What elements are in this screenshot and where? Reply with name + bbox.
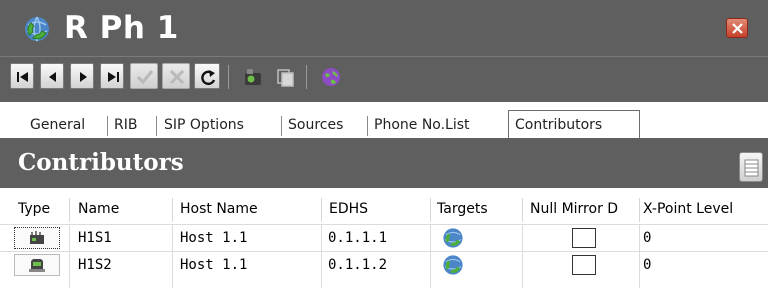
column-menu-button[interactable] — [739, 152, 763, 182]
grid-line — [321, 224, 322, 288]
column-header-host-name[interactable]: Host Name — [180, 197, 258, 221]
contributors-grid: Type Name Host Name EDHS Targets Null Mi… — [0, 188, 768, 288]
window-title: R Ph 1 — [64, 10, 179, 46]
column-header-targets[interactable]: Targets — [437, 197, 488, 221]
tab-sip-options[interactable]: SIP Options — [164, 113, 244, 138]
tab-sources[interactable]: Sources — [288, 113, 343, 138]
grid-line — [639, 224, 640, 288]
column-header-edhs[interactable]: EDHS — [329, 197, 368, 221]
tab-separator — [107, 116, 108, 136]
device-icon — [29, 259, 45, 272]
refresh-button[interactable] — [194, 63, 220, 89]
column-separator — [69, 198, 70, 222]
tab-general[interactable]: General — [30, 113, 85, 138]
column-header-name[interactable]: Name — [78, 197, 119, 221]
tab-strip: General RIB SIP Options Sources Phone No… — [0, 102, 768, 140]
tab-separator — [156, 116, 157, 136]
first-record-button[interactable] — [10, 63, 34, 89]
column-header-xpoint-level[interactable]: X-Point Level — [643, 197, 733, 221]
column-header-null-mirror[interactable]: Null Mirror D — [530, 197, 636, 221]
row-name: H1S1 — [78, 230, 112, 246]
network-device-icon — [245, 69, 261, 85]
globe-icon — [322, 68, 340, 86]
null-mirror-checkbox[interactable] — [572, 228, 596, 248]
type-button[interactable] — [14, 254, 60, 276]
last-record-icon — [108, 72, 119, 82]
grid-line — [172, 224, 173, 288]
row-xpoint-level: 0 — [643, 230, 652, 246]
accept-button[interactable] — [130, 63, 158, 89]
type-button[interactable] — [14, 227, 60, 249]
refresh-icon — [201, 70, 216, 86]
phone-globe-icon[interactable] — [440, 253, 466, 277]
row-name: H1S2 — [78, 257, 112, 273]
row-edhs: 0.1.1.2 — [328, 257, 388, 273]
previous-record-icon — [49, 72, 56, 82]
grid-line — [69, 224, 70, 288]
router-icon — [30, 231, 44, 244]
column-menu-icon — [744, 159, 759, 177]
column-header-type[interactable]: Type — [18, 197, 50, 221]
phone-globe-icon[interactable] — [440, 226, 466, 250]
phone-globe-icon — [25, 16, 49, 42]
cancel-icon — [169, 69, 185, 85]
last-record-button[interactable] — [100, 63, 124, 89]
row-xpoint-level: 0 — [643, 257, 652, 273]
copy-button[interactable] — [270, 63, 298, 89]
close-button[interactable] — [726, 18, 748, 38]
tab-phone-no-list[interactable]: Phone No.List — [374, 113, 470, 138]
next-record-button[interactable] — [70, 63, 94, 89]
table-row[interactable]: H1S2 Host 1.1 0.1.1.2 0 — [0, 252, 768, 278]
column-separator — [639, 198, 640, 222]
column-separator — [172, 198, 173, 222]
toolbar — [0, 56, 768, 103]
grid-line — [430, 224, 431, 288]
column-separator — [522, 198, 523, 222]
accept-icon — [136, 70, 154, 85]
title-bar[interactable]: R Ph 1 — [0, 0, 768, 56]
next-record-icon — [80, 72, 87, 82]
section-header: Contributors — [0, 140, 768, 188]
previous-record-button[interactable] — [40, 63, 64, 89]
first-record-icon — [17, 72, 28, 82]
grid-line — [522, 224, 523, 288]
section-title: Contributors — [18, 149, 184, 176]
tab-rib[interactable]: RIB — [114, 113, 137, 138]
contributor-window: R Ph 1 General RIB SIP Options Sources P… — [0, 0, 768, 288]
globe-button[interactable] — [316, 63, 344, 89]
row-host-name: Host 1.1 — [180, 257, 248, 273]
toolbar-separator — [228, 65, 229, 89]
row-host-name: Host 1.1 — [180, 230, 248, 246]
tab-contributors[interactable]: Contributors — [508, 110, 640, 140]
tab-separator — [281, 116, 282, 136]
column-separator — [430, 198, 431, 222]
close-icon — [732, 23, 743, 34]
network-device-button[interactable] — [238, 63, 266, 89]
toolbar-separator — [306, 65, 307, 89]
table-row[interactable]: H1S1 Host 1.1 0.1.1.1 0 — [0, 225, 768, 251]
copy-icon — [277, 69, 294, 87]
tab-separator — [367, 116, 368, 136]
null-mirror-checkbox[interactable] — [572, 255, 596, 275]
column-separator — [321, 198, 322, 222]
row-edhs: 0.1.1.1 — [328, 230, 388, 246]
cancel-button[interactable] — [162, 63, 190, 89]
